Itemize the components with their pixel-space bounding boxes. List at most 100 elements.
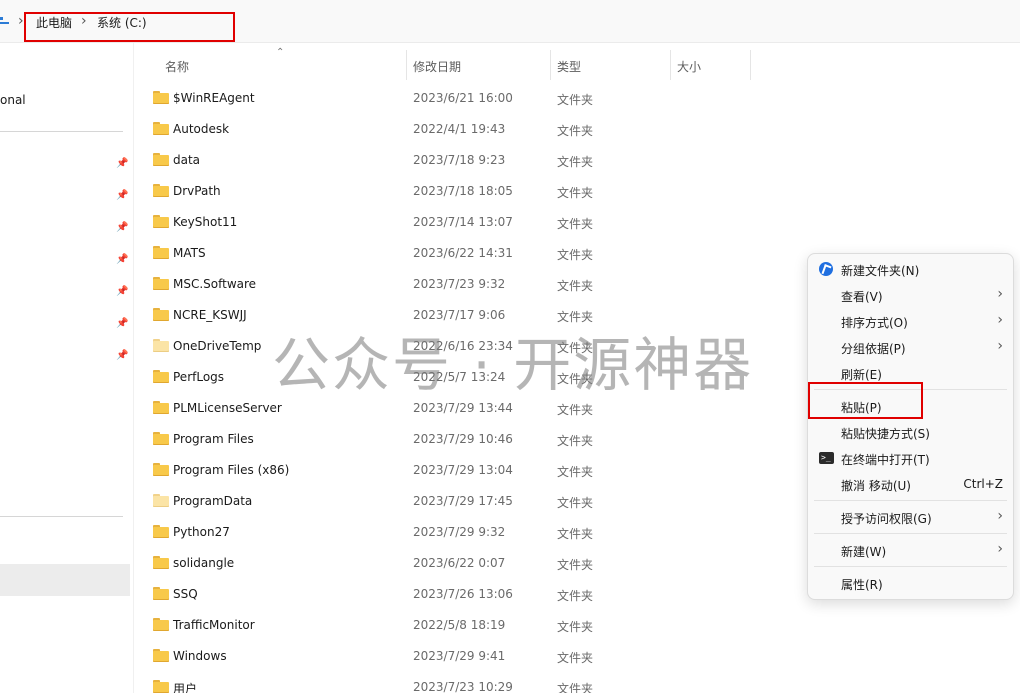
folder-icon <box>153 246 169 259</box>
menu-item-paste-shortcut[interactable]: 粘贴快捷方式(S) <box>808 419 1013 445</box>
file-type: 文件夹 <box>557 651 594 665</box>
table-row[interactable]: solidangle 2023/6/22 0:07 文件夹 <box>140 548 800 579</box>
table-row[interactable]: KeyShot11 2023/7/14 13:07 文件夹 <box>140 207 800 238</box>
chevron-right-icon: › <box>997 541 1003 557</box>
menu-item-label: 撤消 移动(U) <box>841 479 911 493</box>
menu-separator <box>814 500 1007 501</box>
table-row[interactable]: ProgramData 2023/7/29 17:45 文件夹 <box>140 486 800 517</box>
file-type: 文件夹 <box>557 403 594 417</box>
folder-light-icon <box>153 339 169 352</box>
table-row[interactable]: SSQ 2023/7/26 13:06 文件夹 <box>140 579 800 610</box>
file-type: 文件夹 <box>557 682 594 693</box>
terminal-icon: >_ <box>819 452 834 464</box>
pin-icon: 📌 <box>116 286 129 297</box>
chevron-right-icon: › <box>997 338 1003 354</box>
table-row[interactable]: OneDriveTemp 2022/6/16 23:34 文件夹 <box>140 331 800 362</box>
column-divider[interactable] <box>550 50 551 80</box>
column-divider[interactable] <box>670 50 671 80</box>
table-row[interactable]: $WinREAgent 2023/6/21 16:00 文件夹 <box>140 83 800 114</box>
context-menu: 新建文件夹(N) 查看(V) › 排序方式(O) › 分组依据(P) › 刷新(… <box>807 253 1014 600</box>
file-type: 文件夹 <box>557 248 594 262</box>
table-row[interactable]: PLMLicenseServer 2023/7/29 13:44 文件夹 <box>140 393 800 424</box>
pin-icon: 📌 <box>116 222 129 233</box>
file-name: PLMLicenseServer <box>173 401 282 415</box>
file-type: 文件夹 <box>557 279 594 293</box>
table-row[interactable]: Python27 2023/7/29 9:32 文件夹 <box>140 517 800 548</box>
file-type: 文件夹 <box>557 341 594 355</box>
file-name: MATS <box>173 246 206 260</box>
file-name: OneDriveTemp <box>173 339 262 353</box>
menu-item-open-terminal[interactable]: >_ 在终端中打开(T) <box>808 445 1013 471</box>
sidebar-divider <box>0 131 123 132</box>
menu-item-sort-by[interactable]: 排序方式(O) › <box>808 308 1013 334</box>
pin-icon: 📌 <box>116 350 129 361</box>
table-row[interactable]: TrafficMonitor 2022/5/8 18:19 文件夹 <box>140 610 800 641</box>
pin-icon: 📌 <box>116 158 129 169</box>
folder-icon <box>153 215 169 228</box>
table-row[interactable]: Autodesk 2022/4/1 19:43 文件夹 <box>140 114 800 145</box>
file-name: PerfLogs <box>173 370 225 384</box>
highlight-box-paste <box>808 382 923 419</box>
table-row[interactable]: data 2023/7/18 9:23 文件夹 <box>140 145 800 176</box>
table-row[interactable]: 用户 2023/7/23 10:29 文件夹 <box>140 672 800 693</box>
folder-icon <box>153 153 169 166</box>
table-row[interactable]: MSC.Software 2023/7/23 9:32 文件夹 <box>140 269 800 300</box>
table-row[interactable]: NCRE_KSWJJ 2023/7/17 9:06 文件夹 <box>140 300 800 331</box>
highlight-box-address <box>24 12 235 42</box>
file-name: MSC.Software <box>173 277 257 291</box>
column-divider[interactable] <box>750 50 751 80</box>
file-type: 文件夹 <box>557 372 594 386</box>
table-row[interactable]: Program Files 2023/7/29 10:46 文件夹 <box>140 424 800 455</box>
menu-separator <box>814 533 1007 534</box>
file-name: $WinREAgent <box>173 91 255 105</box>
menu-item-give-access[interactable]: 授予访问权限(G) › <box>808 504 1013 530</box>
pane-divider[interactable] <box>133 43 134 693</box>
menu-item-group-by[interactable]: 分组依据(P) › <box>808 334 1013 360</box>
menu-item-label: 属性(R) <box>841 578 883 592</box>
file-type: 文件夹 <box>557 155 594 169</box>
file-type: 文件夹 <box>557 527 594 541</box>
file-date: 2022/6/16 23:34 <box>413 339 513 353</box>
column-divider[interactable] <box>406 50 407 80</box>
sidebar-item-selected[interactable] <box>0 564 130 596</box>
column-header-type[interactable]: 类型 <box>557 58 581 75</box>
breadcrumb-separator: › <box>18 13 24 29</box>
file-date: 2022/4/1 19:43 <box>413 122 506 136</box>
table-row[interactable]: Windows 2023/7/29 9:41 文件夹 <box>140 641 800 672</box>
file-name: DrvPath <box>173 184 221 198</box>
file-date: 2023/7/29 9:41 <box>413 649 506 663</box>
menu-item-new[interactable]: 新建(W) › <box>808 537 1013 563</box>
menu-item-new-folder[interactable]: 新建文件夹(N) <box>808 256 1013 282</box>
file-date: 2023/7/29 9:32 <box>413 525 506 539</box>
menu-item-undo-move[interactable]: 撤消 移动(U) Ctrl+Z <box>808 471 1013 497</box>
file-date: 2023/7/26 13:06 <box>413 587 513 601</box>
table-row[interactable]: PerfLogs 2022/5/7 13:24 文件夹 <box>140 362 800 393</box>
file-date: 2023/7/29 13:04 <box>413 463 513 477</box>
column-header-size[interactable]: 大小 <box>677 58 701 75</box>
folder-icon <box>153 401 169 414</box>
menu-item-label: 新建(W) <box>841 545 887 559</box>
file-date: 2023/6/22 14:31 <box>413 246 513 260</box>
file-date: 2023/7/18 18:05 <box>413 184 513 198</box>
chevron-right-icon: › <box>997 508 1003 524</box>
file-date: 2022/5/8 18:19 <box>413 618 506 632</box>
pin-icon: 📌 <box>116 254 129 265</box>
table-row[interactable]: MATS 2023/6/22 14:31 文件夹 <box>140 238 800 269</box>
menu-item-view[interactable]: 查看(V) › <box>808 282 1013 308</box>
folder-icon <box>153 91 169 104</box>
column-header-date[interactable]: 修改日期 <box>413 58 461 75</box>
sidebar-item-label[interactable]: onal <box>0 93 26 107</box>
column-header-name[interactable]: 名称 <box>165 58 189 75</box>
file-type: 文件夹 <box>557 558 594 572</box>
folder-icon <box>153 587 169 600</box>
menu-item-label: 粘贴快捷方式(S) <box>841 427 930 441</box>
file-name: SSQ <box>173 587 198 601</box>
chevron-right-icon: › <box>997 312 1003 328</box>
table-row[interactable]: Program Files (x86) 2023/7/29 13:04 文件夹 <box>140 455 800 486</box>
table-row[interactable]: DrvPath 2023/7/18 18:05 文件夹 <box>140 176 800 207</box>
folder-icon <box>153 122 169 135</box>
sort-ascending-icon: ⌃ <box>276 47 285 58</box>
menu-item-properties[interactable]: 属性(R) <box>808 570 1013 596</box>
new-folder-icon <box>819 262 833 276</box>
file-date: 2023/7/17 9:06 <box>413 308 506 322</box>
